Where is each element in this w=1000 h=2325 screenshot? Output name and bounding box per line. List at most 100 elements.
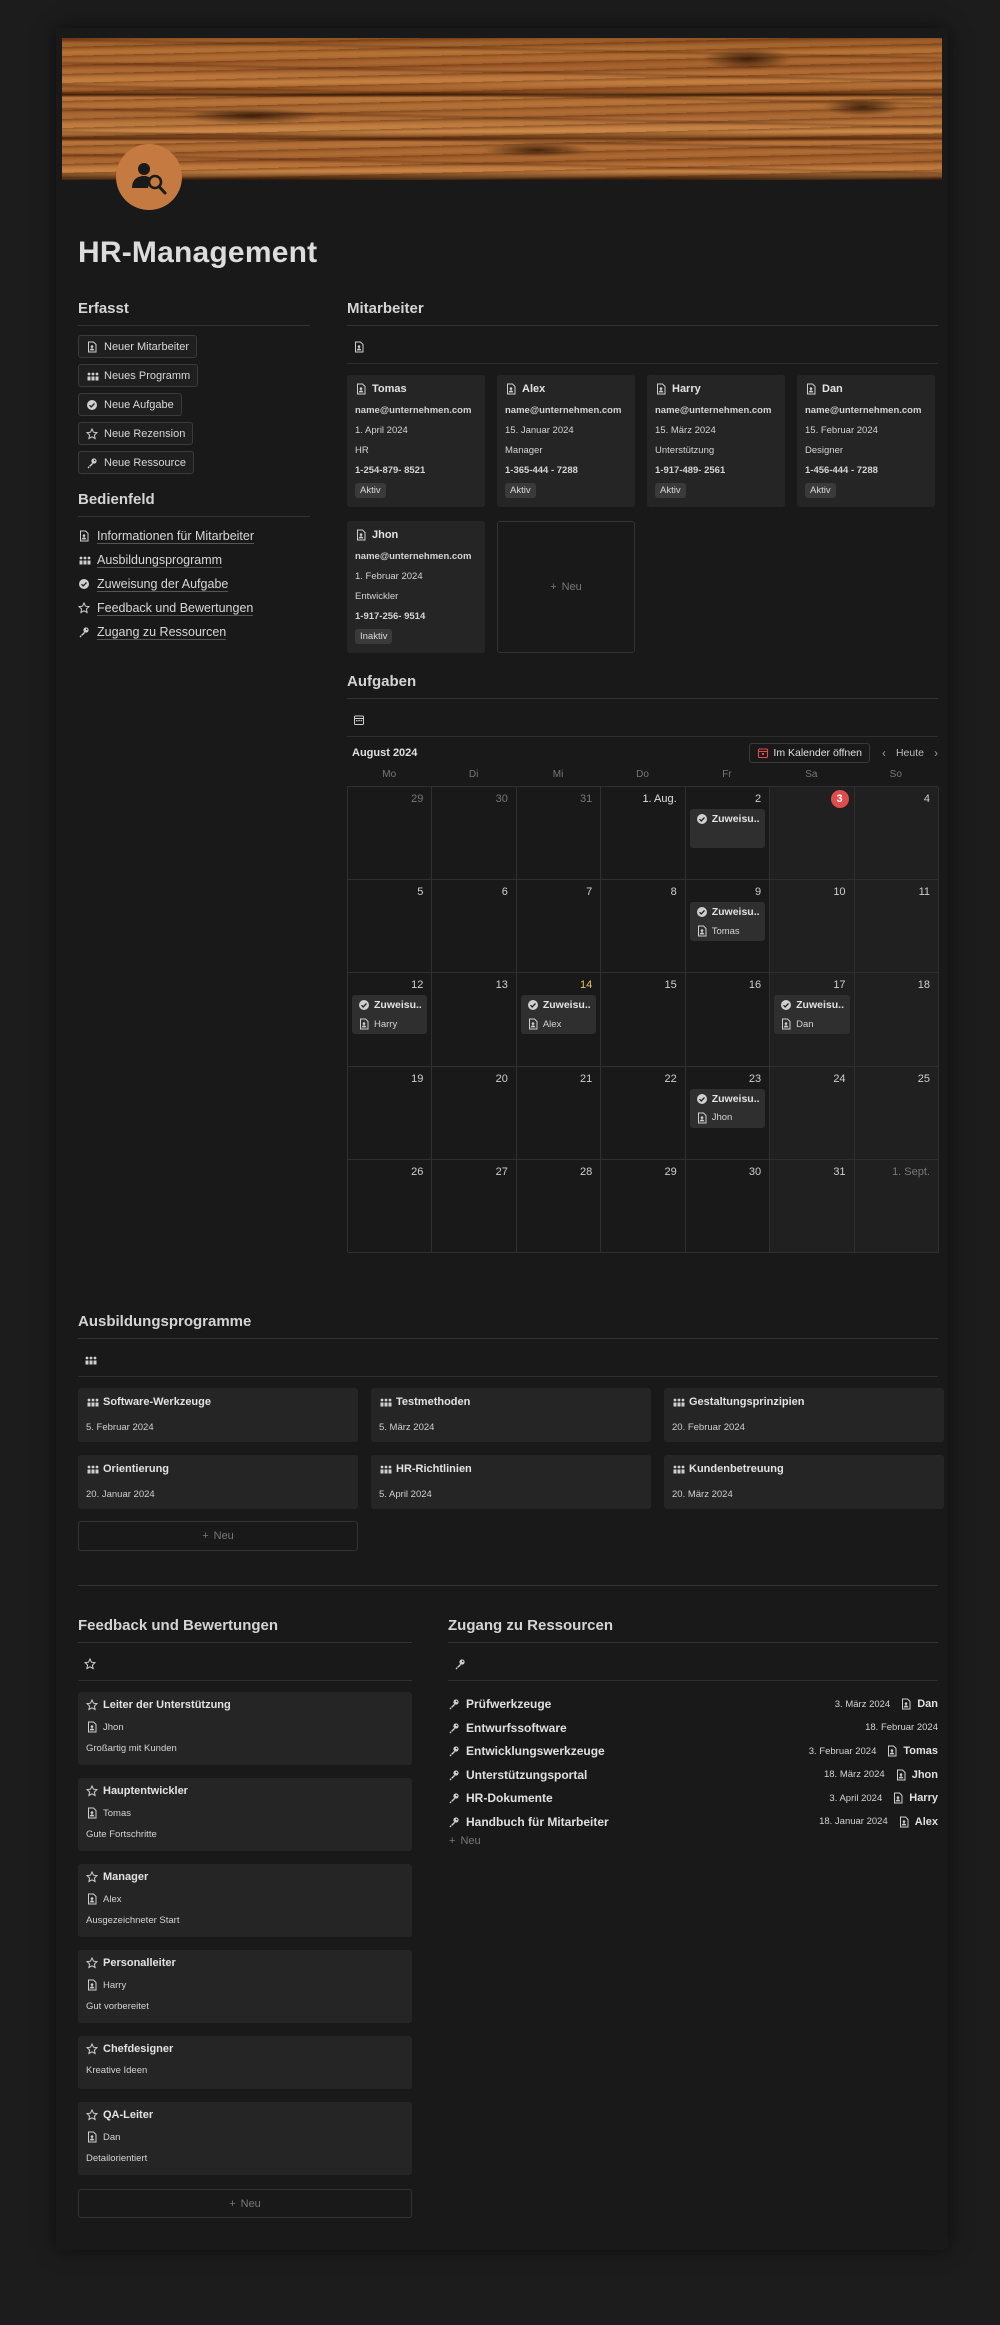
task-event[interactable]: Zuweisu... Alex [520, 995, 597, 1035]
program-card[interactable]: Orientierung 20. Januar 2024 [78, 1455, 358, 1509]
today-button[interactable]: Heute [896, 747, 924, 759]
employee-role: Unterstützung [655, 445, 715, 456]
erfasst-button-2[interactable]: Neue Aufgabe [78, 393, 182, 416]
task-event[interactable]: Zuweisu... Dan [774, 995, 850, 1035]
ressourcen-view-tab[interactable] [448, 1647, 938, 1681]
calendar-day-cell[interactable]: 26 [348, 1159, 433, 1253]
feedback-view-tab[interactable] [78, 1647, 412, 1681]
ausbildung-view-tab[interactable] [78, 1343, 938, 1377]
program-card[interactable]: Testmethoden 5. März 2024 [371, 1388, 651, 1442]
calendar-day-cell[interactable]: 10 [770, 880, 855, 974]
calendar-day-cell[interactable]: 31 [516, 787, 602, 881]
calendar-day-cell[interactable]: 1. Sept. [854, 1159, 939, 1253]
task-event[interactable]: Zuweisu... [689, 809, 766, 848]
cover-image[interactable] [62, 38, 942, 180]
bedienfeld-link-2[interactable]: Zuweisung der Aufgabe [78, 572, 310, 596]
program-card[interactable]: HR-Richtlinien 5. April 2024 [371, 1455, 651, 1509]
calendar-day-cell[interactable]: 22 [601, 1066, 686, 1160]
calendar-day-cell[interactable]: 21 [516, 1066, 602, 1160]
people-icon [86, 1396, 99, 1408]
key-icon [78, 626, 90, 638]
resource-row[interactable]: Entwurfssoftware 18. Februar 2024 [448, 1717, 938, 1739]
open-calendar-button[interactable]: Im Kalender öffnen [749, 743, 870, 763]
program-card[interactable]: Software-Werkzeuge 5. Februar 2024 [78, 1388, 358, 1442]
calendar-day-cell[interactable]: 7 [516, 880, 602, 974]
erfasst-button-4[interactable]: Neue Ressource [78, 451, 194, 474]
mitarbeiter-view-tab[interactable] [347, 330, 938, 364]
calendar-day-cell[interactable]: 17 Zuweisu... Dan [770, 973, 855, 1067]
calendar-day-cell[interactable]: 25 [854, 1066, 939, 1160]
new-feedback-button[interactable]: + Neu [78, 2189, 412, 2218]
feedback-card[interactable]: QA-Leiter Dan Detailorientiert [78, 2102, 412, 2175]
resource-row[interactable]: Handbuch für Mitarbeiter 18. Januar 2024 A… [448, 1811, 938, 1833]
new-program-button[interactable]: + Neu [78, 1521, 358, 1551]
calendar-day-cell[interactable]: 18 [854, 973, 939, 1067]
bedienfeld-link-4[interactable]: Zugang zu Ressourcen [78, 620, 310, 644]
employee-card[interactable]: Dan name@unternehmen.com 15. Februar 2024 D… [797, 375, 935, 507]
calendar-day-cell[interactable]: 20 [432, 1066, 517, 1160]
feedback-title: Manager [103, 1871, 149, 1883]
employee-card[interactable]: Harry name@unternehmen.com 15. März 2024 Un… [647, 375, 785, 507]
feedback-card[interactable]: Personalleiter Harry Gut vorbereitet [78, 1950, 412, 2023]
feedback-card[interactable]: Manager Alex Ausgezeichneter Start [78, 1864, 412, 1937]
calendar-day-cell[interactable]: 5 [348, 880, 433, 974]
resource-row[interactable]: Entwicklungswerkzeuge 3. Februar 2024 Toma… [448, 1740, 938, 1762]
calendar-day-cell[interactable]: 29 [348, 787, 433, 881]
calendar-day-cell[interactable]: 4 [854, 787, 939, 881]
page-icon[interactable] [116, 144, 182, 210]
program-card[interactable]: Kundenbetreuung 20. März 2024 [664, 1455, 944, 1509]
bedienfeld-link-1[interactable]: Ausbildungsprogramm [78, 548, 310, 572]
feedback-card[interactable]: Hauptentwickler Tomas Gute Fortschritte [78, 1778, 412, 1851]
task-event[interactable]: Zuweisu... Jhon [689, 1088, 766, 1128]
feedback-card[interactable]: Leiter der Unterstützung Jhon Großartig mi… [78, 1692, 412, 1765]
calendar-day-cell[interactable]: 3 [770, 787, 855, 881]
erfasst-button-0[interactable]: Neuer Mitarbeiter [78, 335, 197, 358]
calendar-day-cell[interactable]: 15 [601, 973, 686, 1067]
employee-card[interactable]: Tomas name@unternehmen.com 1. April 2024 HR… [347, 375, 485, 507]
calendar-day-cell[interactable]: 27 [432, 1159, 517, 1253]
employee-card[interactable]: Alex name@unternehmen.com 15. Januar 2024 M… [497, 375, 635, 507]
new-resource-button[interactable]: + Neu [449, 1835, 481, 1847]
calendar-day-cell[interactable]: 23 Zuweisu... Jhon [685, 1066, 771, 1160]
erfasst-button-3[interactable]: Neue Rezension [78, 422, 194, 445]
feedback-person: Dan [103, 2131, 121, 2143]
new-employee-button[interactable]: + Neu [497, 521, 635, 653]
calendar-day-cell[interactable]: 16 [685, 973, 771, 1067]
erfasst-button-label: Neue Rezension [104, 427, 186, 440]
employee-card[interactable]: Jhon name@unternehmen.com 1. Februar 2024 E… [347, 521, 485, 653]
next-month-button[interactable]: › [934, 746, 938, 760]
task-event[interactable]: Zuweisu... Harry [352, 995, 428, 1035]
resource-row[interactable]: Unterstützungsportal 18. März 2024 Jhon [448, 1764, 938, 1786]
calendar-day-cell[interactable]: 12 Zuweisu... Harry [348, 973, 433, 1067]
calendar-day-cell[interactable]: 6 [432, 880, 517, 974]
calendar-day-cell[interactable]: 31 [770, 1159, 855, 1253]
document-person-icon [358, 1018, 370, 1030]
erfasst-button-1[interactable]: Neues Programm [78, 364, 199, 387]
bedienfeld-link-0[interactable]: Informationen für Mitarbeiter [78, 524, 310, 548]
calendar-day-cell[interactable]: 8 [601, 880, 686, 974]
calendar-day-cell[interactable]: 13 [432, 973, 517, 1067]
calendar-day-cell[interactable]: 2 Zuweisu... [685, 787, 771, 881]
aufgaben-view-tab[interactable] [347, 703, 938, 737]
bedienfeld-link-3[interactable]: Feedback und Bewertungen [77, 596, 310, 620]
calendar-day-cell[interactable]: 9 Zuweisu... Tomas [685, 880, 771, 974]
calendar-day-cell[interactable]: 30 [685, 1159, 771, 1253]
new-label: Neu [561, 581, 582, 593]
day-number: 10 [833, 886, 846, 899]
task-event[interactable]: Zuweisu... Tomas [689, 902, 766, 942]
calendar-day-cell[interactable]: 19 [348, 1066, 433, 1160]
weekday-label: Di [468, 769, 479, 780]
resource-row[interactable]: Prüfwerkzeuge 3. März 2024 Dan [448, 1693, 938, 1715]
calendar-day-cell[interactable]: 11 [854, 880, 939, 974]
calendar-day-cell[interactable]: 30 [432, 787, 517, 881]
prev-month-button[interactable]: ‹ [882, 746, 886, 760]
calendar-day-cell[interactable]: 14 Zuweisu... Alex [516, 973, 602, 1067]
calendar-day-cell[interactable]: 1. Aug. [601, 787, 686, 881]
calendar-day-cell[interactable]: 28 [516, 1159, 602, 1253]
feedback-card[interactable]: Chefdesigner Kreative Ideen [78, 2036, 412, 2089]
calendar-day-cell[interactable]: 24 [770, 1066, 855, 1160]
day-number: 30 [748, 1165, 762, 1178]
resource-row[interactable]: HR-Dokumente 3. April 2024 Harry [448, 1787, 938, 1809]
calendar-day-cell[interactable]: 29 [601, 1159, 686, 1253]
program-card[interactable]: Gestaltungsprinzipien 20. Februar 2024 [664, 1388, 944, 1442]
